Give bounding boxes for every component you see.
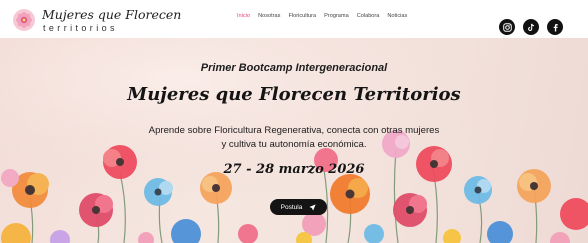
main-nav: Inicio Nosotras Floricultura Programa Co…: [237, 13, 407, 19]
nav-item-floricultura[interactable]: Floricultura: [288, 13, 316, 19]
brand-title[interactable]: Mujeres que Florecen: [42, 7, 181, 22]
hero-title: Mujeres que Florecen Territorios: [127, 84, 461, 105]
hero-description-line-1: Aprende sobre Floricultura Regenerativa,…: [148, 125, 440, 136]
flower-logo-icon[interactable]: [10, 6, 38, 34]
send-icon: [309, 203, 316, 211]
site-header: Mujeres que Florecen territorios Inicio …: [0, 0, 588, 38]
nav-item-programa[interactable]: Programa: [324, 13, 349, 19]
nav-item-nosotras[interactable]: Nosotras: [258, 13, 280, 19]
hero-description: Aprende sobre Floricultura Regenerativa,…: [0, 124, 588, 152]
hero-kicker: Primer Bootcamp Intergeneracional: [200, 62, 388, 74]
brand-subtitle: territorios: [43, 23, 118, 33]
postula-label: Postula: [280, 203, 303, 211]
nav-item-noticias[interactable]: Noticias: [387, 13, 407, 19]
hero-section: Primer Bootcamp Intergeneracional Mujere…: [0, 38, 588, 243]
postula-button[interactable]: Postula: [270, 199, 327, 215]
facebook-icon[interactable]: [547, 19, 563, 35]
instagram-icon[interactable]: [499, 19, 515, 35]
event-date: 27 - 28 marzo 2026: [223, 162, 365, 177]
nav-item-colabora[interactable]: Colabora: [357, 13, 380, 19]
nav-item-inicio[interactable]: Inicio: [237, 13, 250, 19]
hero-description-line-2: y cultiva tu autonomía económica.: [221, 139, 367, 150]
tiktok-icon[interactable]: [523, 19, 539, 35]
